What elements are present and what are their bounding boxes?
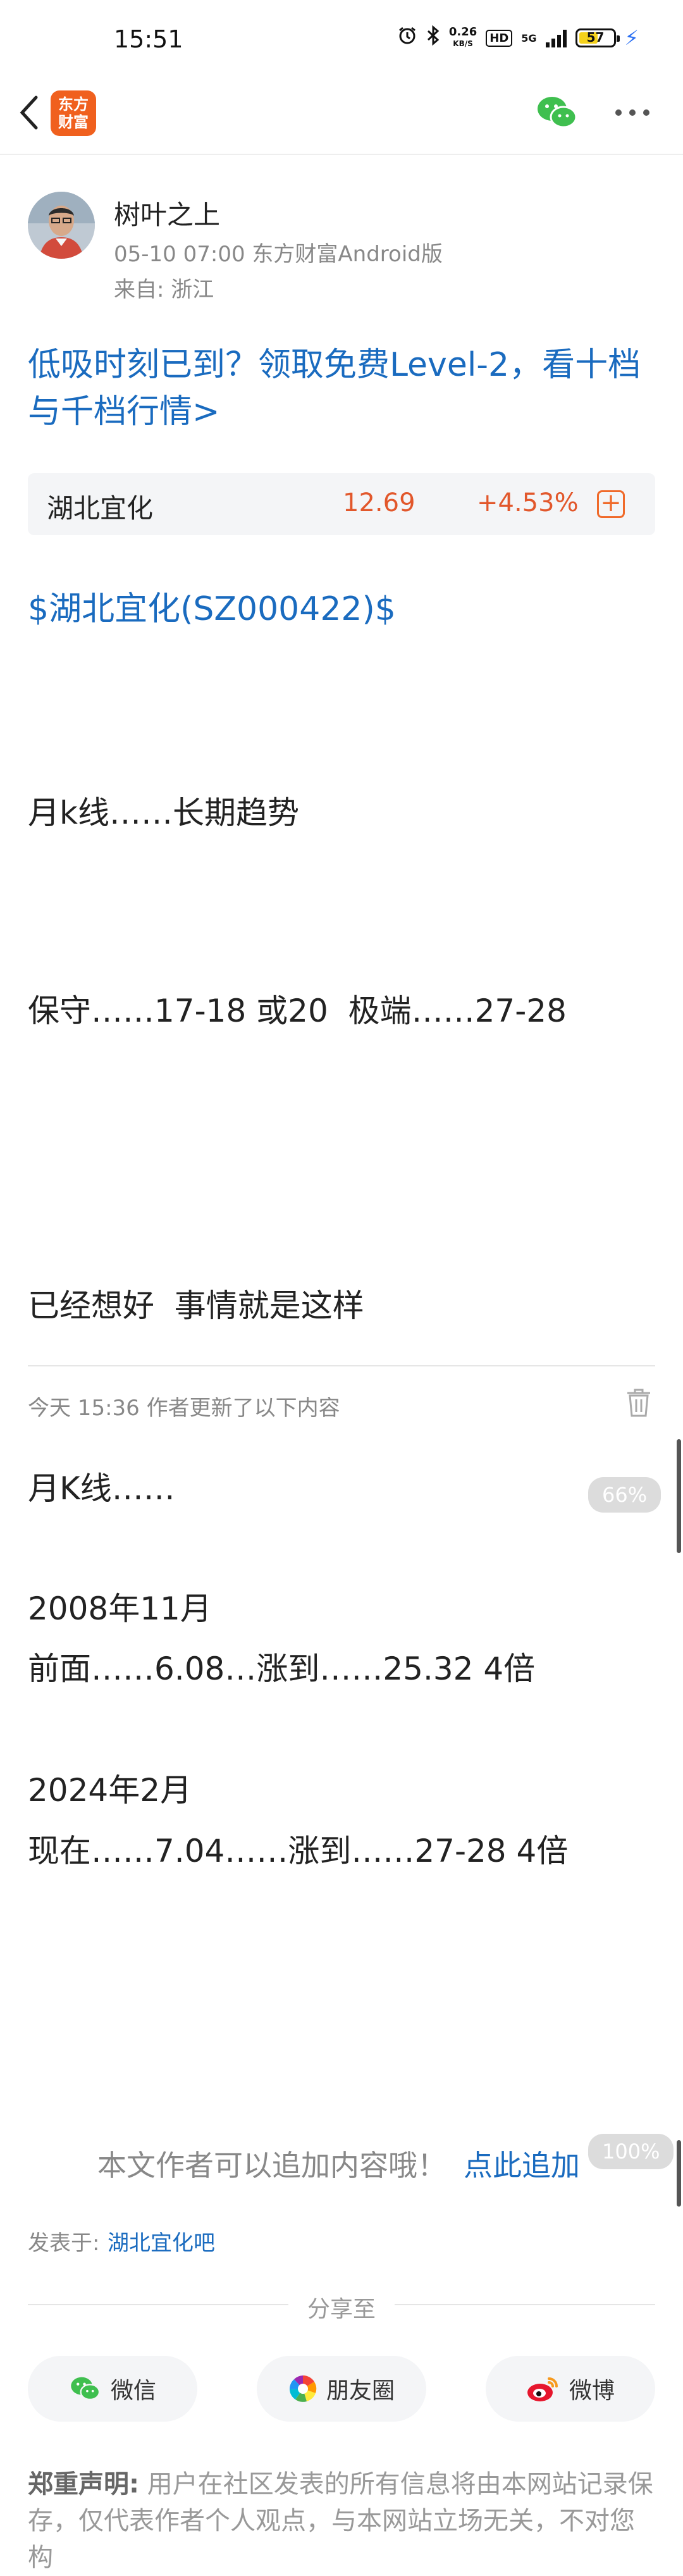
- author-avatar[interactable]: [28, 192, 95, 259]
- update-note: 今天 15:36 作者更新了以下内容: [28, 1396, 340, 1421]
- post-location: 来自: 浙江: [114, 277, 214, 302]
- more-dot: [643, 109, 649, 116]
- weibo-icon: [527, 2377, 558, 2401]
- status-time: 15:51: [114, 25, 183, 53]
- status-icons: 0.26 KB/S HD 5G 57 ⚡: [397, 25, 639, 51]
- more-options-button[interactable]: [610, 101, 655, 124]
- hd-badge: HD: [486, 29, 513, 47]
- disclaimer: 郑重声明: 用户在社区发表的所有信息将由本网站记录保存，仅代表作者个人观点，与本…: [28, 2466, 655, 2576]
- bluetooth-icon: [426, 25, 440, 51]
- author-name[interactable]: 树叶之上: [114, 194, 220, 232]
- share-weibo-button[interactable]: 微博: [486, 2356, 655, 2422]
- content-divider: [28, 1365, 655, 1366]
- stock-change: +4.53%: [477, 488, 579, 517]
- update-line: 2024年2月: [28, 1772, 192, 1809]
- add-watchlist-button[interactable]: +: [597, 490, 625, 518]
- wechat-icon: [71, 2377, 101, 2400]
- share-divider: [28, 2304, 288, 2305]
- forum-link[interactable]: 湖北宜化吧: [108, 2226, 215, 2257]
- stock-price: 12.69: [343, 488, 415, 517]
- update-line: 2008年11月: [28, 1590, 212, 1627]
- network-speed: 0.26 KB/S: [448, 25, 477, 49]
- scrollbar-thumb[interactable]: [677, 1439, 681, 1553]
- update-line: 月K线……: [28, 1470, 175, 1507]
- moments-icon: [289, 2375, 317, 2402]
- post-line: 月k线……长期趋势: [28, 795, 299, 831]
- alarm-icon: [397, 25, 417, 51]
- nav-divider: [0, 154, 683, 155]
- charging-icon: ⚡: [624, 26, 639, 50]
- post-meta: 05-10 07:00 东方财富Android版: [114, 242, 443, 267]
- network-type: 5G: [521, 32, 537, 44]
- scrollbar-thumb[interactable]: [677, 2140, 681, 2207]
- share-wechat-button[interactable]: 微信: [28, 2356, 197, 2422]
- wechat-share-icon[interactable]: [535, 94, 579, 132]
- post-line: 保守……17-18 或20 极端……27-28: [28, 993, 567, 1029]
- chevron-left-icon: [20, 96, 38, 130]
- stock-name: 湖北宜化: [47, 493, 154, 524]
- update-line: 前面……6.08…涨到……25.32 4倍: [28, 1650, 536, 1687]
- app-logo[interactable]: 东方 财富: [51, 90, 96, 136]
- battery-icon: 57: [575, 28, 620, 47]
- more-dot: [629, 109, 636, 116]
- scroll-percent-badge: 66%: [588, 1477, 661, 1513]
- disclaimer-title: 郑重声明:: [28, 2470, 139, 2499]
- level2-promo-link[interactable]: 低吸时刻已到？领取免费Level-2，看十档与千档行情>: [28, 342, 660, 435]
- append-content-link[interactable]: 点此追加: [464, 2143, 580, 2184]
- update-line: 现在……7.04……涨到……27-28 4倍: [28, 1833, 569, 1869]
- signal-icon: [545, 28, 567, 47]
- back-button[interactable]: [14, 89, 44, 137]
- share-title: 分享至: [307, 2296, 376, 2322]
- post-line: 已经想好 事情就是这样: [28, 1287, 364, 1324]
- trash-icon[interactable]: [625, 1387, 653, 1418]
- scroll-percent-badge: 100%: [588, 2134, 674, 2169]
- more-dot: [615, 109, 622, 116]
- stock-quote-card[interactable]: 湖北宜化 12.69 +4.53% +: [28, 473, 655, 535]
- share-divider: [395, 2304, 655, 2305]
- share-moments-button[interactable]: 朋友圈: [257, 2356, 426, 2422]
- posted-in-label: 发表于:: [28, 2231, 100, 2256]
- stock-tag-link[interactable]: $湖北宜化(SZ000422)$: [28, 582, 396, 629]
- append-hint: 本文作者可以追加内容哦！: [97, 2148, 446, 2183]
